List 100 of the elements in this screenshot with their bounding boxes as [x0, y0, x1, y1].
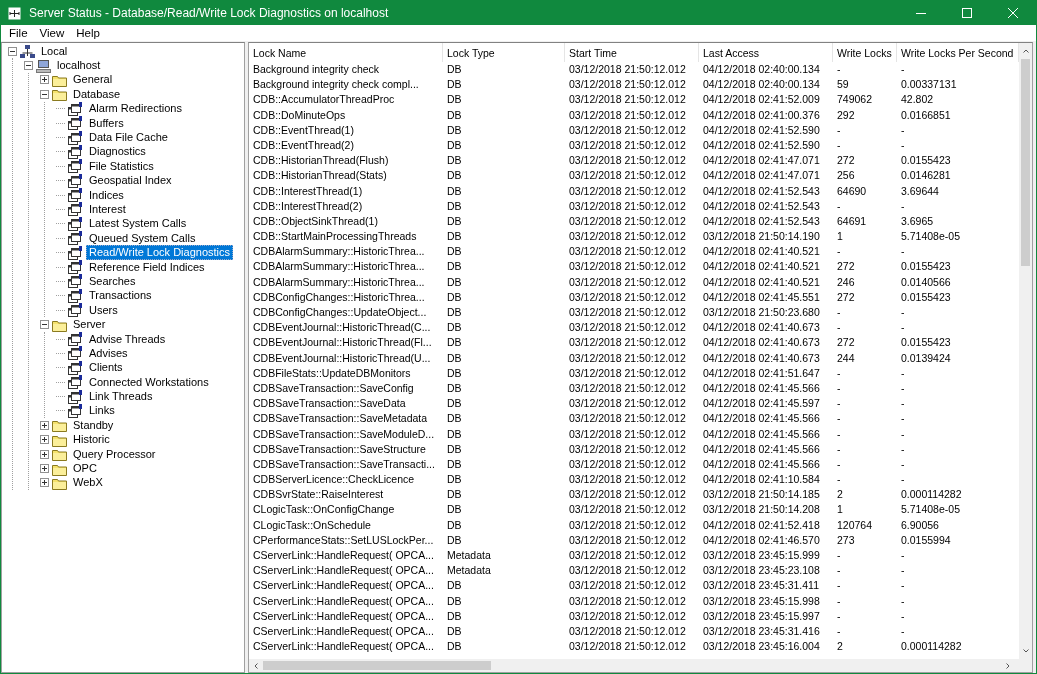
table-cell-text: 03/12/2018 21:50:12.012	[568, 92, 687, 108]
table-cell-text: -	[900, 122, 906, 138]
scrollbar-thumb[interactable]	[263, 661, 491, 670]
tree-item[interactable]: Historic	[70, 432, 113, 448]
table-cell-text: DB	[446, 244, 463, 260]
collapse-icon[interactable]	[40, 89, 49, 99]
table-cell-text: CDB::DoMinuteOps	[252, 107, 347, 123]
tree-item[interactable]: Clients	[86, 360, 126, 376]
table-cell-text: -	[836, 548, 842, 563]
table-cell-text: -	[836, 441, 842, 457]
table-cell-text: -	[836, 122, 842, 138]
scrollbar-thumb[interactable]	[1021, 59, 1030, 266]
tree-item[interactable]: WebX	[70, 475, 106, 491]
table-cell-text: CDB::HistorianThread(Flush)	[252, 153, 390, 169]
tree-item[interactable]: Links	[86, 403, 118, 419]
table-cell-text: CServerLink::HandleRequest( OPCA...	[252, 608, 435, 624]
column-header[interactable]: Write Locks	[833, 43, 897, 62]
tree-item[interactable]: Latest System Calls	[86, 216, 190, 232]
table-cell-text: -	[836, 62, 842, 77]
table-cell-text: DB	[446, 305, 463, 320]
tree-item[interactable]: Read/Write Lock Diagnostics	[86, 245, 234, 261]
table-cell-text: CDB::StartMainProcessingThreads	[252, 229, 418, 245]
tree-item[interactable]: Geospatial Index	[86, 173, 175, 189]
menu-item[interactable]: File	[3, 27, 34, 39]
table-cell-text: DB	[446, 441, 463, 457]
tree-item[interactable]: Users	[86, 302, 121, 318]
table-cell-text: CDB::EventThread(2)	[252, 137, 355, 153]
expand-icon[interactable]	[40, 449, 49, 459]
table-cell-text: 03/12/2018 21:50:12.012	[568, 563, 687, 579]
table-cell-text: 03/12/2018 21:50:12.012	[568, 623, 687, 639]
table-cell-text: CDB::InterestThread(2)	[252, 198, 364, 214]
tree-item[interactable]: Reference Field Indices	[86, 259, 208, 275]
tree-item[interactable]: Data File Cache	[86, 130, 171, 146]
tree-item[interactable]: Connected Workstations	[86, 374, 212, 390]
tree-item[interactable]: Server	[70, 317, 109, 333]
tree-item[interactable]: Queued System Calls	[86, 230, 199, 246]
expand-icon[interactable]	[40, 478, 49, 488]
window-stack-icon	[68, 346, 83, 361]
scroll-right-icon[interactable]	[1004, 661, 1012, 670]
collapse-icon[interactable]	[8, 46, 17, 56]
table-cell-text: 246	[836, 274, 856, 290]
tree-item[interactable]: Database	[70, 86, 124, 102]
expand-icon[interactable]	[40, 435, 49, 445]
table-cell-text: 04/12/2018 02:41:52.590	[702, 137, 821, 153]
tree-item[interactable]: General	[70, 72, 116, 88]
table-cell-text: CDBAlarmSummary::HistoricThrea...	[252, 244, 426, 260]
expand-icon[interactable]	[40, 464, 49, 473]
tree-item[interactable]: Advises	[86, 345, 131, 361]
menu-item[interactable]: Help	[70, 27, 106, 39]
menu-item[interactable]: View	[33, 27, 71, 39]
collapse-icon[interactable]	[40, 320, 49, 330]
table-cell-text: -	[900, 472, 906, 488]
table-cell-text: CDBSaveTransaction::SaveModuleD...	[252, 426, 436, 442]
window-stack-icon	[68, 360, 83, 375]
table-cell-text: CPerformanceStats::SetLUSLockPer...	[252, 532, 435, 548]
tree-item[interactable]: Advise Threads	[86, 331, 169, 347]
table-cell-text: -	[900, 426, 906, 442]
tree-item[interactable]: Link Threads	[86, 389, 156, 405]
column-header[interactable]: Start Time	[565, 43, 699, 62]
scroll-down-icon[interactable]	[1021, 647, 1030, 655]
tree-item[interactable]: Standby	[70, 417, 117, 433]
table-cell-text: CServerLink::HandleRequest( OPCA...	[252, 563, 435, 579]
table-cell-text: 04/12/2018 02:41:52.543	[702, 198, 821, 214]
table-cell-text: 03/12/2018 21:50:12.012	[568, 639, 687, 655]
tree-item[interactable]: File Statistics	[86, 158, 157, 174]
maximize-icon	[962, 8, 972, 18]
tree-item[interactable]: Alarm Redirections	[86, 101, 185, 117]
table-cell-text: CServerLink::HandleRequest( OPCA...	[252, 548, 435, 563]
table-cell-text: 04/12/2018 02:41:52.418	[702, 517, 821, 533]
scroll-up-icon[interactable]	[1021, 47, 1030, 55]
table-cell-text: -	[900, 456, 906, 472]
table-cell-text: CDBSaveTransaction::SaveMetadata	[252, 411, 429, 427]
table-cell-text: CDBSaveTransaction::SaveStructure	[252, 441, 427, 457]
column-header[interactable]: Lock Type	[443, 43, 565, 62]
expand-icon[interactable]	[40, 75, 49, 85]
table-cell-text: DB	[446, 608, 463, 624]
tree-item[interactable]: Local	[38, 43, 71, 59]
column-header[interactable]: Last Access	[699, 43, 833, 62]
tree-item[interactable]: localhost	[54, 58, 104, 74]
table-cell-text: -	[900, 441, 906, 457]
tree-item[interactable]: OPC	[70, 461, 100, 477]
table-cell-text: 03/12/2018 21:50:12.012	[568, 153, 687, 169]
tree-item[interactable]: Diagnostics	[86, 144, 149, 160]
tree-item[interactable]: Buffers	[86, 115, 127, 131]
tree-item[interactable]: Transactions	[86, 288, 155, 304]
collapse-icon[interactable]	[24, 61, 33, 71]
table-cell-text: DB	[446, 107, 463, 123]
window-stack-icon	[68, 159, 83, 174]
tree-item[interactable]: Searches	[86, 273, 139, 289]
table-cell-text: -	[836, 244, 842, 260]
table-cell-text: 03/12/2018 21:50:14.185	[702, 487, 821, 503]
scroll-left-icon[interactable]	[252, 661, 260, 670]
table-cell-text: 03/12/2018 21:50:12.012	[568, 365, 687, 381]
expand-icon[interactable]	[40, 420, 49, 430]
column-header[interactable]: Lock Name	[249, 43, 443, 62]
tree-item[interactable]: Query Processor	[70, 446, 159, 462]
table-cell-text: 04/12/2018 02:41:40.673	[702, 350, 821, 366]
tree-item[interactable]: Indices	[86, 187, 127, 203]
table-cell-text: CDBEventJournal::HistoricThread(C...	[252, 320, 432, 336]
tree-item[interactable]: Interest	[86, 202, 129, 217]
